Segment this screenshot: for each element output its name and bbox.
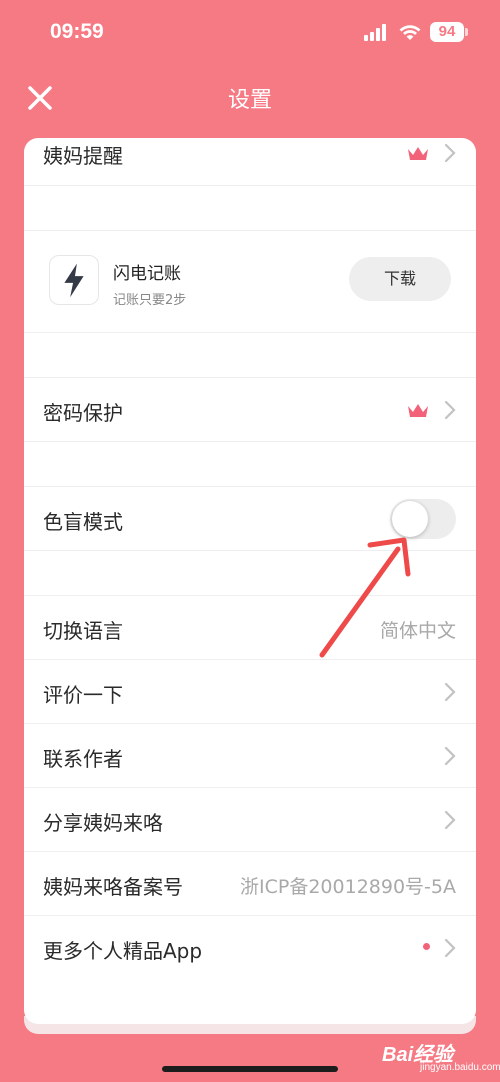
row-label: 姨妈来咯备案号 bbox=[43, 875, 183, 899]
chevron-right-icon bbox=[444, 938, 456, 958]
row-label: 姨妈提醒 bbox=[43, 144, 123, 168]
row-label: 联系作者 bbox=[43, 747, 123, 771]
page-title: 设置 bbox=[227, 88, 272, 113]
chevron-right-icon bbox=[444, 746, 456, 766]
row-label: 更多个人精品App bbox=[43, 939, 203, 963]
wifi-icon bbox=[399, 25, 421, 40]
settings-row-icp: 姨妈来咯备案号 浙ICP备20012890号-5A bbox=[24, 852, 476, 916]
section-gap bbox=[24, 186, 476, 231]
promo-app-subtitle: 记账只要2步 bbox=[113, 293, 187, 308]
section-gap bbox=[24, 551, 476, 596]
crown-icon bbox=[408, 404, 428, 417]
row-label: 分享姨妈来咯 bbox=[43, 811, 163, 835]
settings-row-share[interactable]: 分享姨妈来咯 bbox=[24, 788, 476, 852]
nav-bar: 设置 bbox=[0, 70, 500, 126]
settings-row-contact[interactable]: 联系作者 bbox=[24, 724, 476, 788]
download-button[interactable]: 下载 bbox=[349, 257, 451, 301]
status-time: 09:59 bbox=[50, 20, 104, 43]
row-label: 评价一下 bbox=[43, 683, 123, 707]
crown-icon bbox=[408, 147, 428, 160]
color-blind-toggle[interactable] bbox=[390, 499, 456, 539]
settings-row-rate[interactable]: 评价一下 bbox=[24, 660, 476, 724]
settings-row-period-reminder[interactable]: 姨妈提醒 bbox=[24, 138, 476, 186]
status-bar: 09:59 94 bbox=[0, 0, 500, 66]
promo-app-icon bbox=[49, 255, 99, 305]
settings-row-language[interactable]: 切换语言 简体中文 bbox=[24, 596, 476, 660]
watermark: Bai经验 jingyan.baidu.com bbox=[382, 1038, 500, 1073]
chevron-right-icon bbox=[444, 810, 456, 830]
settings-row-password[interactable]: 密码保护 bbox=[24, 378, 476, 442]
icp-value: 浙ICP备20012890号-5A bbox=[240, 876, 456, 898]
notification-dot bbox=[423, 943, 430, 950]
row-label: 切换语言 bbox=[43, 619, 123, 643]
section-gap bbox=[24, 333, 476, 378]
battery-cap bbox=[465, 28, 468, 36]
language-value: 简体中文 bbox=[379, 620, 456, 642]
lightning-icon bbox=[64, 263, 84, 298]
battery-indicator: 94 bbox=[430, 22, 464, 42]
watermark-url: jingyan.baidu.com bbox=[420, 1062, 500, 1073]
home-indicator[interactable] bbox=[162, 1066, 338, 1072]
toggle-knob bbox=[392, 501, 428, 537]
row-label: 色盲模式 bbox=[43, 510, 123, 534]
section-gap bbox=[24, 442, 476, 487]
settings-card: 姨妈提醒 闪电记账 记账只要2步 下载 密码保护 色盲模式 切换语言 简体中文 … bbox=[24, 138, 476, 1024]
chevron-right-icon bbox=[444, 400, 456, 420]
chevron-right-icon bbox=[444, 682, 456, 702]
chevron-right-icon bbox=[444, 143, 456, 163]
row-label: 密码保护 bbox=[43, 401, 123, 425]
settings-row-more-apps[interactable]: 更多个人精品App bbox=[24, 916, 476, 980]
promo-app-name: 闪电记账 bbox=[113, 264, 181, 284]
signal-icon bbox=[364, 24, 386, 41]
